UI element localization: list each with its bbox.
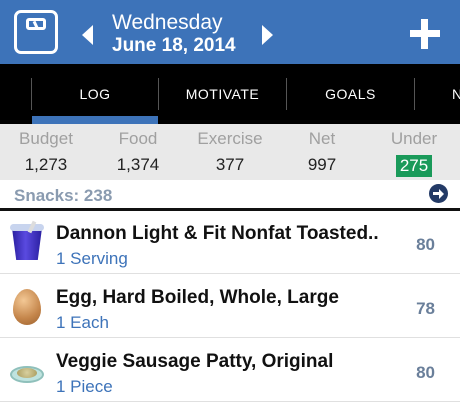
arrow-right-icon[interactable] [262, 25, 273, 45]
exercise-value: 377 [215, 155, 245, 174]
food-calories: 78 [416, 299, 435, 318]
food-calories: 80 [416, 235, 435, 254]
under-value-badge: 275 [395, 155, 433, 177]
arrow-head [439, 189, 444, 199]
tab-bar: LOG MOTIVATE GOALS N [0, 64, 460, 124]
scale-icon[interactable] [14, 10, 58, 54]
plus-vertical-bar [421, 19, 428, 49]
plus-icon[interactable] [410, 19, 440, 49]
food-label: Food [118, 129, 158, 148]
summary-net: Net 997 [276, 124, 368, 180]
food-name: Dannon Light & Fit Nonfat Toasted.. [56, 223, 379, 244]
tab-goals[interactable]: GOALS [287, 64, 414, 124]
tab-next-partial[interactable]: N [452, 64, 460, 124]
app-header: Wednesday June 18, 2014 [0, 0, 460, 64]
budget-label: Budget [19, 129, 73, 148]
arrow-circle-right-icon[interactable] [429, 184, 448, 203]
under-label: Under [390, 129, 438, 148]
summary-exercise: Exercise 377 [184, 124, 276, 180]
net-value: 997 [307, 155, 337, 174]
egg-shape [13, 289, 41, 325]
patty-shape [17, 368, 37, 378]
patty-plate-icon [10, 352, 44, 390]
food-serving: 1 Piece [56, 377, 113, 396]
food-serving: 1 Serving [56, 249, 128, 268]
date-full-label[interactable]: June 18, 2014 [112, 35, 236, 57]
food-entry[interactable]: Egg, Hard Boiled, Whole, Large 1 Each 78 [0, 275, 460, 338]
tab-separator [414, 78, 415, 110]
summary-budget: Budget 1,273 [0, 124, 92, 180]
tab-log[interactable]: LOG [32, 64, 158, 124]
food-entry[interactable]: Dannon Light & Fit Nonfat Toasted.. 1 Se… [0, 211, 460, 274]
cup-body [12, 228, 42, 260]
tab-motivate[interactable]: MOTIVATE [159, 64, 286, 124]
food-name: Veggie Sausage Patty, Original [56, 351, 334, 372]
budget-value: 1,273 [24, 155, 68, 174]
under-value-wrap: 275 [368, 155, 460, 177]
date-day-label[interactable]: Wednesday [112, 11, 223, 35]
food-calories: 80 [416, 363, 435, 382]
food-value: 1,374 [116, 155, 160, 174]
food-serving: 1 Each [56, 313, 109, 332]
active-tab-indicator [32, 116, 158, 124]
food-entry[interactable]: Veggie Sausage Patty, Original 1 Piece 8… [0, 339, 460, 402]
exercise-label: Exercise [197, 129, 263, 148]
section-title: Snacks: 238 [14, 186, 113, 205]
arrow-left-icon[interactable] [82, 25, 93, 45]
summary-food: Food 1,374 [92, 124, 184, 180]
summary-under: Under 275 [368, 124, 460, 180]
net-label: Net [308, 129, 336, 148]
yogurt-cup-icon [10, 220, 44, 262]
egg-icon [10, 288, 44, 326]
food-name: Egg, Hard Boiled, Whole, Large [56, 287, 339, 308]
snacks-section-header[interactable]: Snacks: 238 [0, 180, 460, 211]
calorie-summary: Budget 1,273 Food 1,374 Exercise 377 Net… [0, 124, 460, 180]
